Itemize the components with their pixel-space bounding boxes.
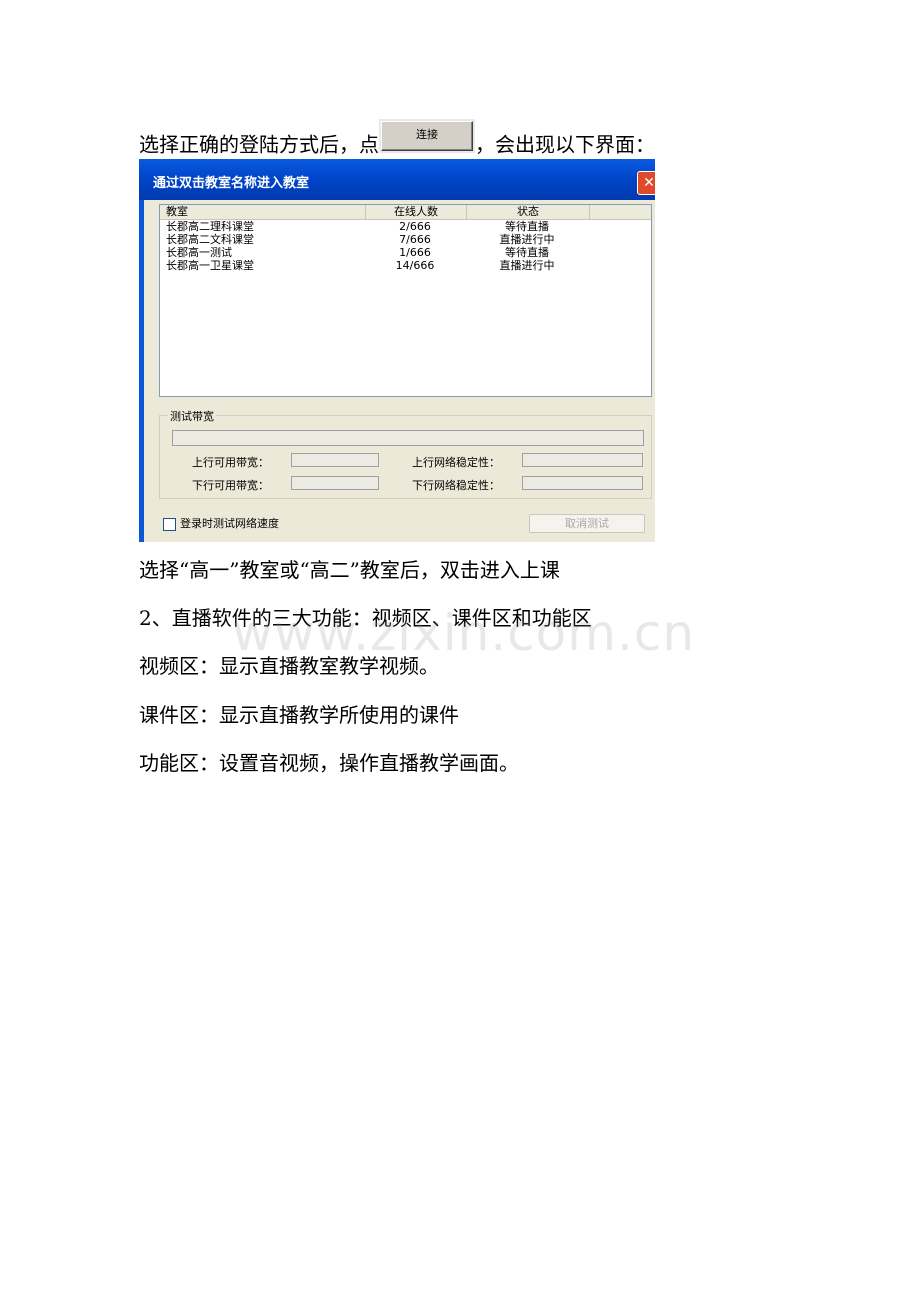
dialog-titlebar: 通过双击教室名称进入教室 ✕ [139, 159, 655, 200]
classroom-status: 直播进行中 [499, 259, 555, 272]
list-item[interactable]: 长郡高一测试 1/666 等待直播 [160, 246, 651, 259]
classroom-status: 直播进行中 [499, 233, 555, 246]
intro-text-before: 选择正确的登陆方式后，点 [139, 132, 379, 157]
list-item[interactable]: 长郡高一卫星课堂 14/666 直播进行中 [160, 259, 651, 272]
down-bandwidth-label: 下行可用带宽： [192, 479, 269, 492]
classroom-list[interactable]: 教室 在线人数 状态 长郡高二理科课堂 2/666 等待直播 长郡高二文科课堂 … [159, 204, 652, 397]
courseware-area-paragraph: 课件区：显示直播教学所使用的课件 [139, 703, 459, 727]
dialog-left-border [139, 200, 144, 542]
test-on-login-checkbox[interactable] [163, 517, 176, 531]
up-bandwidth-field [291, 453, 379, 467]
dialog-title: 通过双击教室名称进入教室 [153, 176, 310, 191]
classroom-name: 长郡高二文科课堂 [166, 233, 254, 246]
list-item[interactable]: 长郡高二理科课堂 2/666 等待直播 [160, 220, 651, 233]
down-stability-field [522, 476, 643, 490]
online-count: 7/666 [399, 233, 431, 246]
column-header-status[interactable]: 状态 [466, 205, 590, 219]
intro-paragraph: 选择正确的登陆方式后，点 连接 ，会出现以下界面： [139, 121, 655, 161]
test-on-login-label: 登录时测试网络速度 [180, 517, 279, 530]
online-count: 1/666 [399, 246, 431, 259]
connect-button-image: 连接 [381, 121, 473, 151]
list-item[interactable]: 长郡高二文科课堂 7/666 直播进行中 [160, 233, 651, 246]
classroom-status: 等待直播 [505, 246, 549, 259]
up-stability-label: 上行网络稳定性： [412, 456, 500, 469]
cancel-test-button[interactable]: 取消测试 [529, 514, 645, 533]
classroom-name: 长郡高一卫星课堂 [166, 259, 254, 272]
down-bandwidth-field [291, 476, 379, 490]
instruction-paragraph: 选择“高一”教室或“高二”教室后，双击进入上课 [139, 558, 560, 582]
intro-text-after: ，会出现以下界面： [475, 132, 655, 157]
up-stability-field [522, 453, 643, 467]
classroom-name: 长郡高二理科课堂 [166, 220, 254, 233]
bandwidth-test-group: 测试带宽 上行可用带宽： 上行网络稳定性： 下行可用带宽： 下行网络稳定性： [159, 408, 652, 499]
online-count: 2/666 [399, 220, 431, 233]
classroom-dialog: 通过双击教室名称进入教室 ✕ 教室 在线人数 状态 长郡高二理科课堂 2/666… [139, 159, 655, 542]
down-stability-label: 下行网络稳定性： [412, 479, 500, 492]
list-header: 教室 在线人数 状态 [160, 205, 651, 220]
up-bandwidth-label: 上行可用带宽： [192, 456, 269, 469]
classroom-status: 等待直播 [505, 220, 549, 233]
bandwidth-progress-bar [172, 430, 644, 446]
bandwidth-group-label: 测试带宽 [168, 408, 216, 424]
function-area-paragraph: 功能区：设置音视频，操作直播教学画面。 [139, 751, 519, 775]
column-header-online[interactable]: 在线人数 [365, 205, 466, 219]
online-count: 14/666 [395, 259, 435, 272]
column-header-classroom[interactable]: 教室 [166, 205, 188, 219]
watermark: www.zixin.com.cn [232, 604, 696, 662]
test-on-login-option[interactable]: 登录时测试网络速度 [163, 515, 279, 531]
close-icon[interactable]: ✕ [637, 171, 655, 195]
classroom-name: 长郡高一测试 [166, 246, 232, 259]
